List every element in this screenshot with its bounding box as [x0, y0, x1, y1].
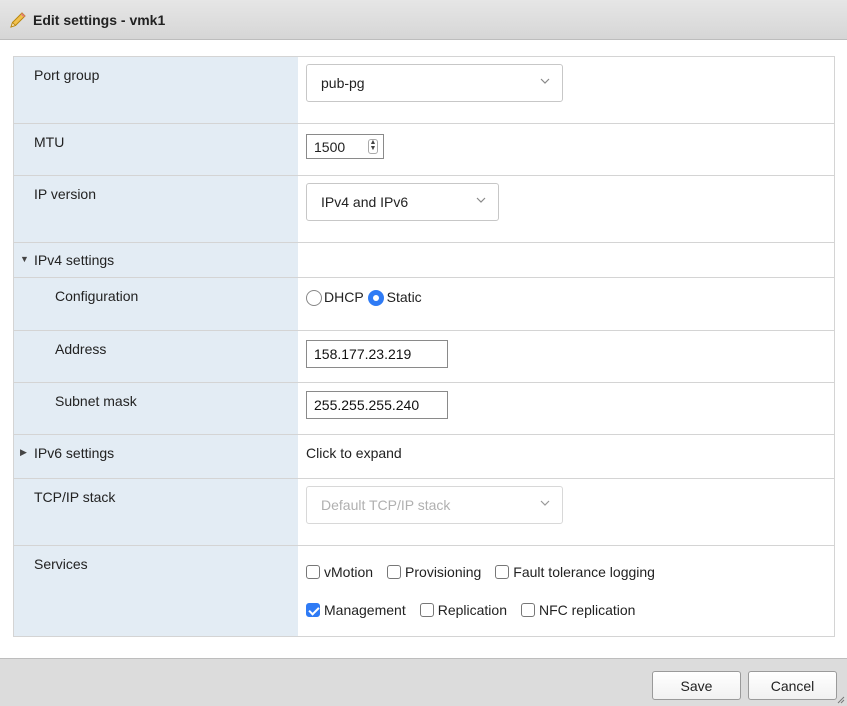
resize-grip-icon[interactable] [837, 696, 845, 704]
services-label: Services [14, 546, 298, 636]
services-line-2: Management Replication NFC replication [306, 602, 649, 620]
subnet-mask-label: Subnet mask [14, 383, 298, 434]
provisioning-checkbox[interactable] [387, 565, 402, 579]
chevron-down-icon [540, 500, 550, 506]
static-radio[interactable] [367, 290, 384, 307]
row-ipv4-settings[interactable]: ▼ IPv4 settings [14, 243, 834, 278]
ipv6-expand-hint[interactable]: Click to expand [306, 445, 402, 461]
settings-form: Port group pub-pg MTU 1500 ▲ ▼ IP version [13, 56, 835, 637]
fault-tolerance-logging-checkbox[interactable] [495, 565, 510, 579]
service-management[interactable]: Management [306, 602, 406, 618]
chevron-down-icon [476, 197, 486, 203]
edit-settings-dialog: Edit settings - vmk1 Port group pub-pg M… [0, 0, 847, 706]
ipv4-settings-label: IPv4 settings [34, 252, 115, 268]
row-configuration: Configuration DHCP Static [14, 278, 834, 331]
chevron-down-icon [540, 78, 550, 84]
port-group-value: pub-pg [321, 75, 365, 91]
row-address: Address [14, 331, 834, 383]
dialog-title: Edit settings - vmk1 [33, 11, 166, 28]
dhcp-radio[interactable] [306, 290, 322, 307]
services-line-1: vMotion Provisioning Fault tolerance loggi… [306, 564, 669, 582]
row-port-group: Port group pub-pg [14, 57, 834, 124]
service-nfc-replication[interactable]: NFC replication [520, 602, 635, 618]
ip-version-label: IP version [14, 176, 298, 242]
dialog-titlebar: Edit settings - vmk1 [0, 0, 847, 40]
pencil-icon [8, 10, 28, 30]
service-vmotion[interactable]: vMotion [306, 564, 373, 580]
service-provisioning[interactable]: Provisioning [387, 564, 481, 580]
subnet-mask-input[interactable] [306, 391, 448, 419]
replication-checkbox[interactable] [419, 603, 434, 617]
tcpip-stack-label: TCP/IP stack [14, 479, 298, 545]
address-input[interactable] [306, 340, 448, 368]
vmotion-checkbox[interactable] [306, 565, 320, 579]
mtu-stepper[interactable]: ▲ ▼ [368, 139, 378, 154]
nfc-replication-checkbox[interactable] [520, 603, 535, 617]
mtu-value: 1500 [314, 138, 346, 155]
row-ip-version: IP version IPv4 and IPv6 [14, 176, 834, 243]
configuration-label: Configuration [14, 278, 298, 330]
address-label: Address [14, 331, 298, 382]
row-subnet-mask: Subnet mask [14, 383, 834, 435]
tcpip-stack-select: Default TCP/IP stack [306, 486, 563, 524]
row-ipv6-settings[interactable]: ▶ IPv6 settings Click to expand [14, 435, 834, 479]
ipv6-settings-label: IPv6 settings [34, 445, 115, 461]
management-checkbox[interactable] [306, 603, 320, 617]
tcpip-stack-value: Default TCP/IP stack [321, 497, 451, 513]
dialog-footer: Save Cancel [0, 658, 847, 706]
static-radio-label[interactable]: Static [387, 289, 422, 305]
expand-triangle-right-icon[interactable]: ▶ [20, 447, 32, 458]
row-tcpip-stack: TCP/IP stack Default TCP/IP stack [14, 479, 834, 546]
ip-version-value: IPv4 and IPv6 [321, 194, 409, 210]
service-fault-tolerance-logging[interactable]: Fault tolerance logging [495, 564, 655, 580]
mtu-input[interactable]: 1500 ▲ ▼ [306, 134, 384, 159]
dhcp-radio-label[interactable]: DHCP [324, 289, 364, 305]
row-services: Services vMotion Provisioning Fault tolera… [14, 546, 834, 636]
mtu-label: MTU [14, 124, 298, 175]
service-replication[interactable]: Replication [419, 602, 507, 618]
ip-version-select[interactable]: IPv4 and IPv6 [306, 183, 499, 221]
save-button[interactable]: Save [652, 671, 741, 700]
port-group-label: Port group [14, 57, 298, 123]
expand-triangle-down-icon[interactable]: ▼ [20, 254, 32, 264]
cancel-button[interactable]: Cancel [748, 671, 837, 700]
port-group-select[interactable]: pub-pg [306, 64, 563, 102]
row-mtu: MTU 1500 ▲ ▼ [14, 124, 834, 176]
